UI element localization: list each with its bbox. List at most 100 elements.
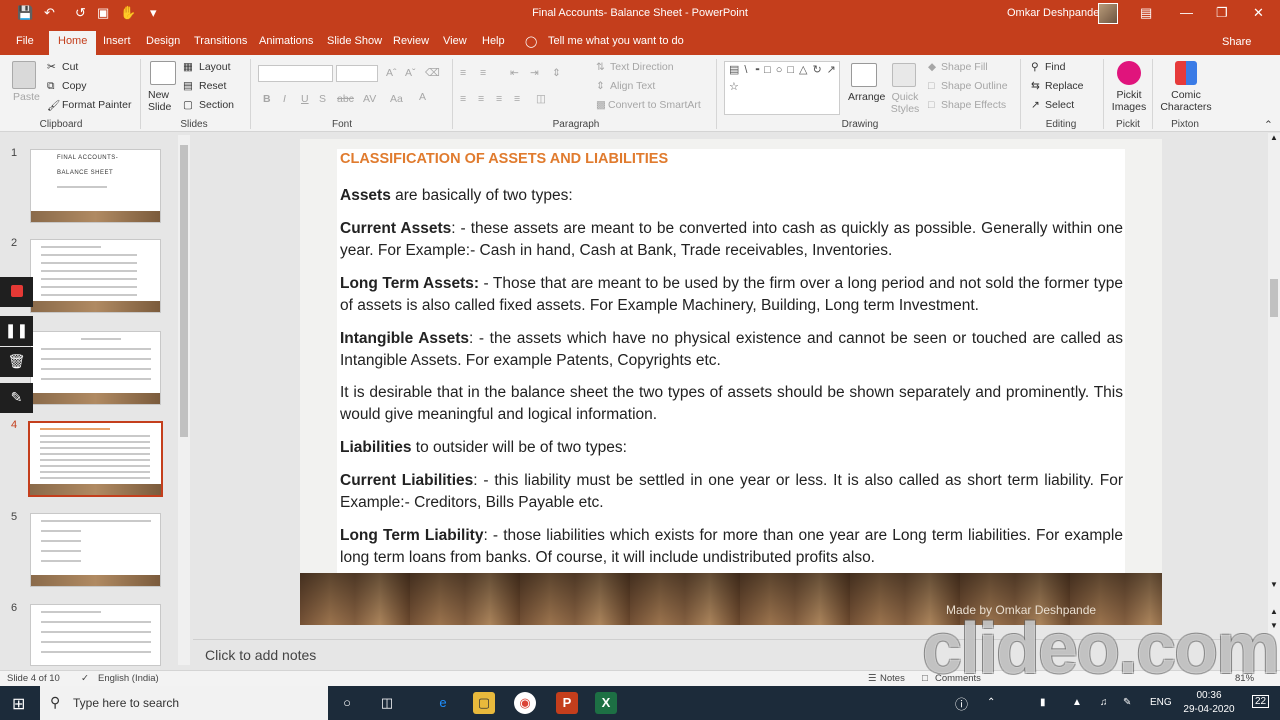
tab-file[interactable]: File — [16, 35, 34, 47]
text-direction-icon[interactable]: ⇅ — [596, 61, 605, 73]
shape-outline-button[interactable]: Shape Outline — [941, 80, 1008, 92]
pen-tray-icon[interactable]: ✎ — [1123, 697, 1131, 708]
quick-styles-icon[interactable] — [892, 63, 916, 87]
clear-formatting-icon[interactable]: ⌫ — [425, 67, 440, 79]
paste-icon[interactable] — [12, 61, 36, 89]
cut-icon[interactable]: ✂ — [47, 61, 56, 73]
chrome-icon[interactable]: ◉ — [514, 692, 536, 714]
tab-transitions[interactable]: Transitions — [194, 35, 247, 47]
bold-icon[interactable]: B — [263, 93, 271, 105]
slide-thumbnail-2[interactable] — [30, 239, 161, 313]
comic-characters-button[interactable]: Comic Characters — [1160, 89, 1212, 113]
avatar[interactable] — [1098, 3, 1118, 24]
paste-button[interactable]: Paste — [13, 91, 40, 103]
copy-icon[interactable]: ⧉ — [47, 80, 55, 93]
shape-fill-button[interactable]: Shape Fill — [941, 61, 988, 73]
text-direction-button[interactable]: Text Direction — [610, 61, 674, 73]
thumbnails-scrollbar[interactable] — [178, 135, 190, 665]
slide-title[interactable]: CLASSIFICATION OF ASSETS AND LIABILITIES — [340, 151, 668, 167]
share-button[interactable]: Share — [1222, 36, 1251, 48]
increase-indent-icon[interactable]: ⇥ — [530, 67, 539, 79]
slide-thumbnail-3[interactable] — [30, 331, 161, 405]
cortana-icon[interactable]: ○ — [336, 692, 358, 714]
windows-start-icon[interactable]: ⊞ — [12, 694, 25, 714]
spellcheck-icon[interactable]: ✓ — [81, 673, 89, 684]
notes-placeholder[interactable]: Click to add notes — [205, 647, 316, 663]
current-slide[interactable]: CLASSIFICATION OF ASSETS AND LIABILITIES… — [300, 139, 1162, 625]
scroll-up-icon[interactable]: ▲ — [1270, 133, 1278, 142]
change-case-icon[interactable]: Aa — [390, 93, 403, 105]
copy-button[interactable]: Copy — [62, 80, 87, 92]
slide-scrollbar[interactable]: ▲ ▼ ▲ ▼ — [1268, 133, 1280, 670]
notes-toggle-icon[interactable]: ☰ — [868, 673, 877, 684]
delete-button[interactable]: 🗑 — [0, 347, 33, 377]
slide-thumbnail-6[interactable] — [30, 604, 161, 666]
scrollbar-thumb[interactable] — [1270, 279, 1278, 317]
layout-icon[interactable]: ▦ — [183, 61, 193, 73]
line-spacing-icon[interactable]: ⇕ — [552, 67, 561, 79]
quick-styles-button[interactable]: Quick Styles — [888, 91, 922, 115]
shadow-icon[interactable]: S — [319, 93, 326, 105]
help-icon[interactable]: ⓘ — [955, 694, 968, 713]
slide-credit[interactable]: Made by Omkar Deshpande — [946, 603, 1096, 617]
tab-slide-show[interactable]: Slide Show — [327, 35, 382, 47]
cut-button[interactable]: Cut — [62, 61, 78, 73]
tab-animations[interactable]: Animations — [259, 35, 313, 47]
align-text-button[interactable]: Align Text — [610, 80, 655, 92]
find-button[interactable]: Find — [1045, 61, 1065, 73]
notification-count[interactable]: 22 — [1252, 695, 1270, 708]
justify-icon[interactable]: ≡ — [514, 93, 520, 105]
file-explorer-icon[interactable]: ▢ — [473, 692, 495, 714]
layout-button[interactable]: Layout — [199, 61, 231, 73]
language-indicator[interactable]: English (India) — [98, 673, 159, 684]
tab-review[interactable]: Review — [393, 35, 429, 47]
align-right-icon[interactable]: ≡ — [496, 93, 502, 105]
scroll-down-icon[interactable]: ▼ — [1270, 580, 1278, 589]
volume-icon[interactable]: ♫ — [1100, 697, 1108, 708]
paragraph-assets[interactable]: Assets are basically of two types: — [340, 185, 1123, 207]
shape-effects-button[interactable]: Shape Effects — [941, 99, 1006, 111]
edge-icon[interactable]: e — [432, 692, 454, 714]
replace-button[interactable]: Replace — [1045, 80, 1084, 92]
paragraph-long-term-assets[interactable]: Long Term Assets: - Those that are meant… — [340, 273, 1123, 317]
paragraph-current-assets[interactable]: Current Assets: - these assets are meant… — [340, 218, 1123, 262]
smartart-icon[interactable]: ▩ — [596, 99, 606, 111]
paragraph-intangible-assets[interactable]: Intangible Assets: - the assets which ha… — [340, 328, 1123, 372]
show-hidden-icons[interactable]: ⌃ — [987, 697, 995, 708]
underline-icon[interactable]: U — [301, 93, 309, 105]
arrange-icon[interactable] — [851, 63, 877, 87]
shape-effects-icon[interactable]: □ — [928, 99, 934, 111]
reset-icon[interactable]: ▤ — [183, 80, 193, 92]
shrink-font-icon[interactable]: Aˇ — [405, 67, 416, 79]
minimize-icon[interactable]: — — [1180, 5, 1193, 20]
pickit-images-button[interactable]: Pickit Images — [1111, 89, 1147, 113]
slide-thumbnail-4-selected[interactable] — [28, 421, 163, 497]
scrollbar-thumb[interactable] — [180, 145, 188, 437]
record-button[interactable] — [0, 277, 33, 307]
bullets-icon[interactable]: ≡ — [460, 67, 466, 79]
format-painter-button[interactable]: Format Painter — [62, 99, 131, 111]
font-size-combo[interactable] — [336, 65, 378, 82]
tab-help[interactable]: Help — [482, 35, 505, 47]
shape-fill-icon[interactable]: ◆ — [928, 61, 936, 73]
reset-button[interactable]: Reset — [199, 80, 226, 92]
paragraph-long-term-liability[interactable]: Long Term Liability: - those liabilities… — [340, 525, 1123, 569]
strikethrough-icon[interactable]: abc — [337, 93, 354, 105]
select-icon[interactable]: ↗ — [1031, 99, 1040, 111]
replace-icon[interactable]: ⇆ — [1031, 80, 1040, 92]
taskbar-search[interactable]: ⚲ Type here to search — [40, 686, 328, 720]
italic-icon[interactable]: I — [283, 93, 286, 105]
tab-insert[interactable]: Insert — [103, 35, 131, 47]
align-center-icon[interactable]: ≡ — [478, 93, 484, 105]
grow-font-icon[interactable]: Aˆ — [386, 67, 397, 79]
network-icon[interactable]: ▲ — [1072, 697, 1082, 708]
find-icon[interactable]: ⚲ — [1031, 61, 1039, 73]
ribbon-display-icon[interactable]: ▤ — [1140, 5, 1152, 21]
columns-icon[interactable]: ◫ — [536, 93, 546, 105]
align-left-icon[interactable]: ≡ — [460, 93, 466, 105]
font-name-combo[interactable] — [258, 65, 333, 82]
tell-me-search[interactable]: Tell me what you want to do — [548, 35, 684, 47]
section-icon[interactable]: ▢ — [183, 99, 193, 111]
select-button[interactable]: Select — [1045, 99, 1074, 111]
tab-design[interactable]: Design — [146, 35, 180, 47]
